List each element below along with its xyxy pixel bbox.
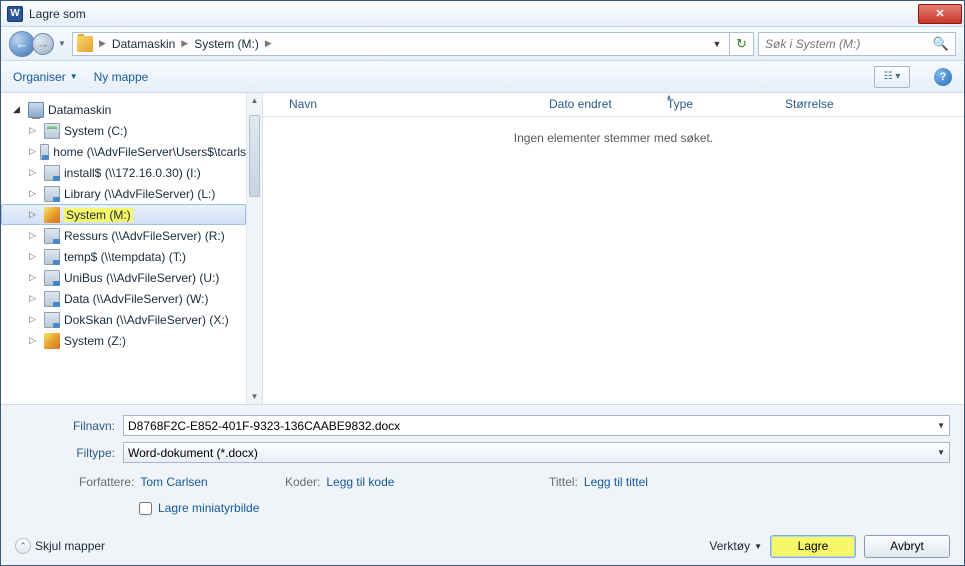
filetype-label: Filtype: [15,446,123,460]
breadcrumb-segment[interactable]: System (M:) [190,37,263,51]
view-options-button[interactable]: ☷ ▾ [874,66,910,88]
drive-icon [44,123,60,139]
expand-icon[interactable]: ▷ [29,188,40,199]
cancel-button[interactable]: Avbryt [864,535,950,558]
tree-scrollbar[interactable]: ▲ ▼ [246,93,262,404]
tree-item[interactable]: ▷DokSkan (\\AdvFileServer) (X:) [1,309,246,330]
dialog-footer: ⌃Skjul mapper Verktøy▼ Lagre Avbryt [1,527,964,565]
help-button[interactable]: ? [934,68,952,86]
search-input[interactable] [765,37,933,51]
folder-tree-pane: ◢ Datamaskin ▷System (C:) ▷home (\\AdvFi… [1,93,263,404]
filename-input[interactable]: D8768F2C-E852-401F-9323-136CAABE9832.doc… [123,415,950,436]
column-header-size[interactable]: Størrelse [777,93,895,116]
close-button[interactable]: ✕ [918,4,962,24]
computer-icon [28,102,44,118]
filename-label: Filnavn: [15,419,123,433]
tree-item[interactable]: ▷home (\\AdvFileServer\Users$\tcarls [1,141,246,162]
chevron-right-icon[interactable]: ▶ [263,38,274,49]
authors-value[interactable]: Tom Carlsen [140,475,207,489]
add-tags-link[interactable]: Legg til kode [326,475,394,489]
tree-item[interactable]: ▷UniBus (\\AdvFileServer) (U:) [1,267,246,288]
history-dropdown-icon[interactable]: ▼ [58,39,68,48]
tags-label: Koder: [285,475,320,489]
search-box[interactable]: 🔍 [758,32,956,56]
titlebar: W Lagre som ✕ [1,1,964,27]
expand-icon[interactable]: ▷ [29,335,40,346]
filetype-dropdown[interactable]: Word-dokument (*.docx)▼ [123,442,950,463]
folder-tree[interactable]: ◢ Datamaskin ▷System (C:) ▷home (\\AdvFi… [1,93,246,404]
expand-icon[interactable]: ▷ [29,167,40,178]
folder-icon [77,36,93,52]
tree-root-computer[interactable]: ◢ Datamaskin [1,99,246,120]
chevron-down-icon[interactable]: ▼ [937,448,945,457]
organize-menu[interactable]: Organiser▼ [13,70,78,84]
expand-icon[interactable]: ▷ [29,146,36,157]
network-drive-icon [44,228,60,244]
tree-item[interactable]: ▷System (Z:) [1,330,246,351]
new-folder-button[interactable]: Ny mappe [94,70,149,84]
scroll-up-icon[interactable]: ▲ [247,96,262,105]
tree-item-selected[interactable]: ▷System (M:) [1,204,246,225]
expand-icon[interactable]: ▷ [29,314,40,325]
tree-item[interactable]: ▷System (C:) [1,120,246,141]
tree-item[interactable]: ▷Data (\\AdvFileServer) (W:) [1,288,246,309]
tree-item[interactable]: ▷Ressurs (\\AdvFileServer) (R:) [1,225,246,246]
system-drive-icon [44,207,60,223]
system-drive-icon [44,333,60,349]
window-title: Lagre som [29,7,86,21]
expand-icon[interactable]: ▷ [29,251,40,262]
chevron-right-icon[interactable]: ▶ [97,38,108,49]
tree-item[interactable]: ▷install$ (\\172.16.0.30) (I:) [1,162,246,183]
column-header-date[interactable]: Dato endret [541,93,659,116]
tree-item[interactable]: ▷Library (\\AdvFileServer) (L:) [1,183,246,204]
column-header-type[interactable]: Type [659,93,777,116]
breadcrumb-segment[interactable]: Datamaskin [108,37,179,51]
column-headers: ▴ Navn Dato endret Type Størrelse [263,93,964,117]
network-drive-icon [44,186,60,202]
save-as-dialog: W Lagre som ✕ ← → ▼ ▶ Datamaskin ▶ Syste… [0,0,965,566]
dialog-body: ◢ Datamaskin ▷System (C:) ▷home (\\AdvFi… [1,93,964,405]
expand-icon[interactable]: ▷ [29,125,40,136]
hide-folders-toggle[interactable]: ⌃Skjul mapper [15,538,105,554]
expand-icon[interactable]: ▷ [29,230,40,241]
chevron-down-icon[interactable]: ▼ [937,421,945,430]
expand-icon[interactable]: ▷ [29,272,40,283]
expand-icon[interactable]: ▷ [29,293,40,304]
chevron-up-icon: ⌃ [15,538,31,554]
save-thumbnail-checkbox[interactable]: Lagre miniatyrbilde [139,501,950,515]
authors-label: Forfattere: [79,475,134,489]
tools-menu[interactable]: Verktøy▼ [709,539,762,553]
title-meta-label: Tittel: [549,475,578,489]
network-drive-icon [44,249,60,265]
collapse-icon[interactable]: ◢ [13,104,24,115]
save-form: Filnavn: D8768F2C-E852-401F-9323-136CAAB… [1,405,964,527]
thumbnail-checkbox-input[interactable] [139,502,152,515]
breadcrumb-dropdown-icon[interactable]: ▼ [709,39,725,49]
network-drive-icon [44,270,60,286]
word-app-icon: W [7,6,23,22]
breadcrumb[interactable]: ▶ Datamaskin ▶ System (M:) ▶ ▼ [72,32,730,56]
network-drive-icon [44,291,60,307]
chevron-right-icon[interactable]: ▶ [179,38,190,49]
network-drive-icon [40,144,49,160]
empty-list-message: Ingen elementer stemmer med søket. [263,117,964,404]
search-icon[interactable]: 🔍 [933,36,949,52]
forward-button[interactable]: → [32,33,54,55]
column-header-name[interactable]: Navn [281,93,541,116]
scroll-down-icon[interactable]: ▼ [247,392,262,401]
tree-item[interactable]: ▷temp$ (\\tempdata) (T:) [1,246,246,267]
network-drive-icon [44,312,60,328]
save-button[interactable]: Lagre [770,535,856,558]
toolbar: Organiser▼ Ny mappe ☷ ▾ ? [1,61,964,93]
chevron-down-icon: ▼ [70,72,78,81]
refresh-button[interactable]: ↻ [730,32,754,56]
navigation-bar: ← → ▼ ▶ Datamaskin ▶ System (M:) ▶ ▼ ↻ 🔍 [1,27,964,61]
network-drive-icon [44,165,60,181]
chevron-down-icon: ▼ [754,542,762,551]
file-list-pane: ▴ Navn Dato endret Type Størrelse Ingen … [263,93,964,404]
expand-icon[interactable]: ▷ [29,209,40,220]
add-title-link[interactable]: Legg til tittel [584,475,648,489]
sort-indicator-icon: ▴ [667,93,671,101]
